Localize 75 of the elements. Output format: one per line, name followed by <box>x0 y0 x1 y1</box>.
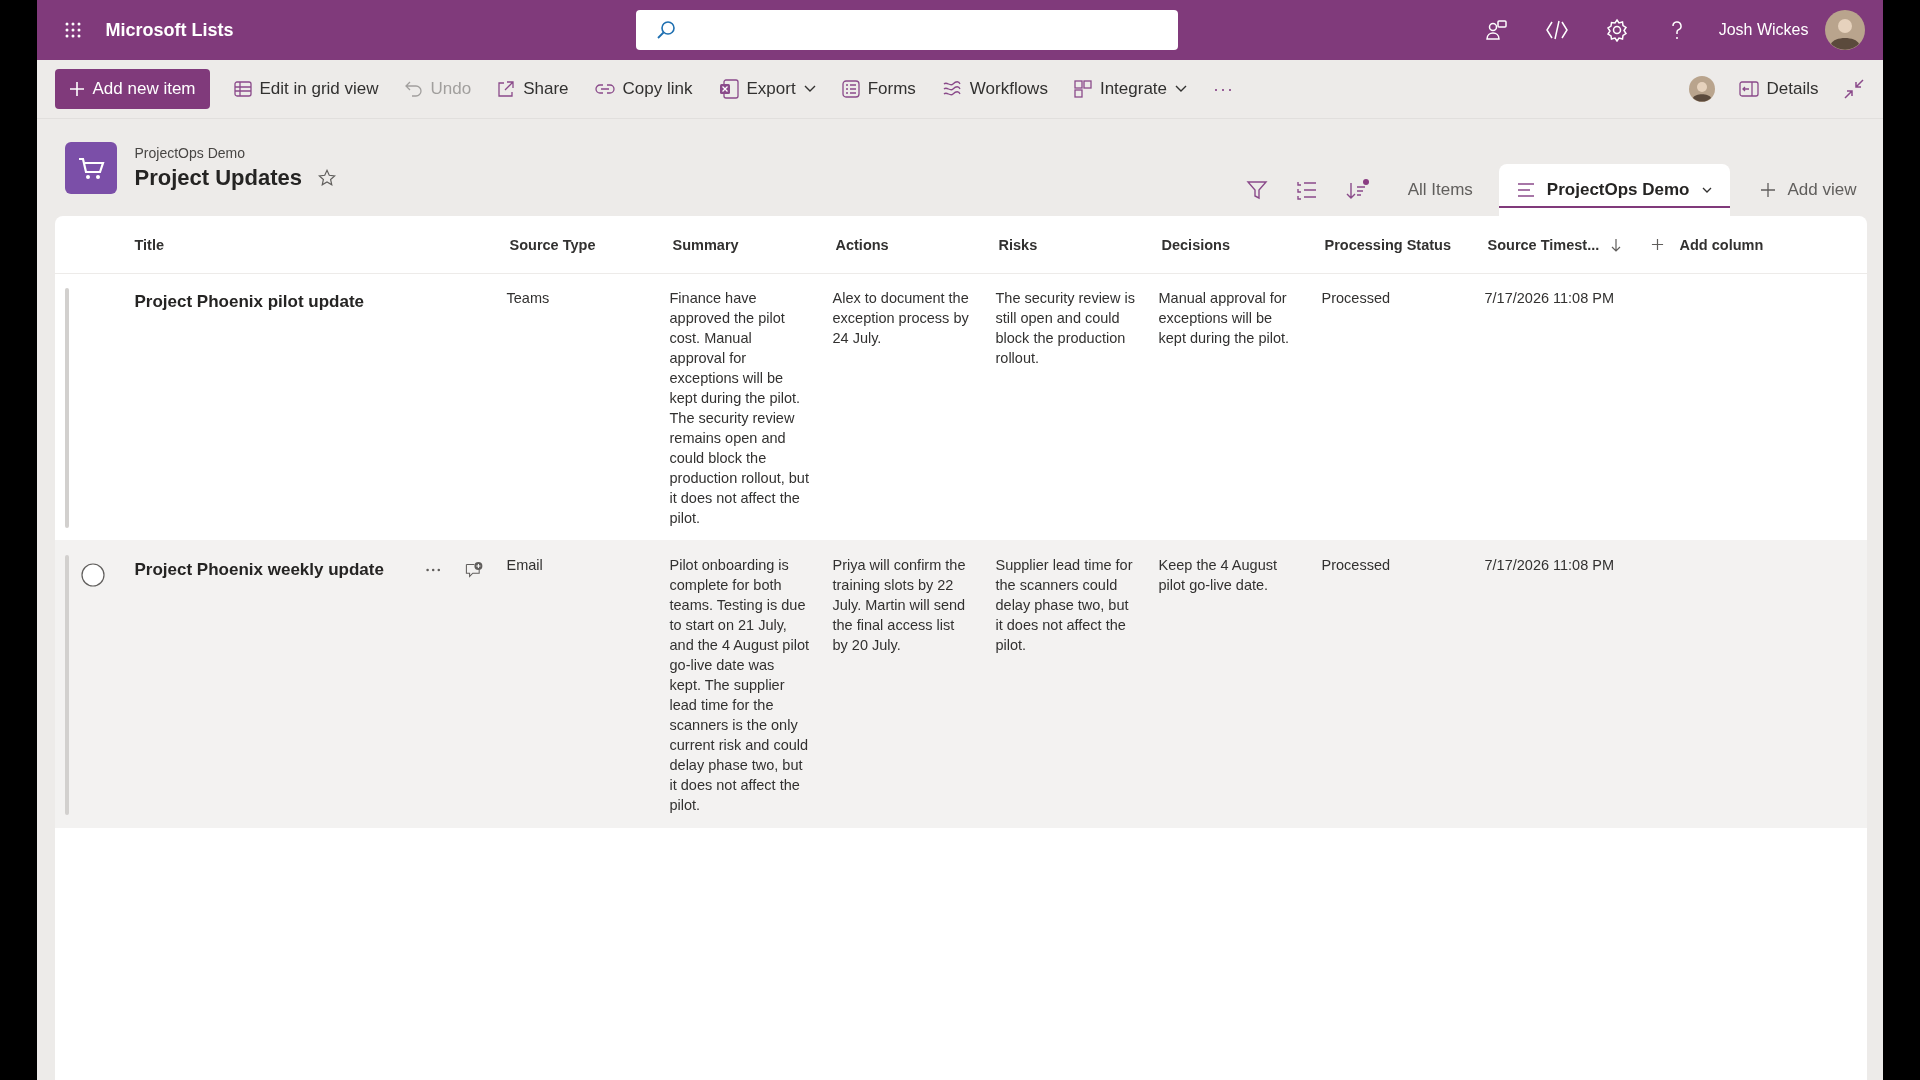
more-icon[interactable] <box>425 568 441 572</box>
spreadsheet-icon <box>718 79 739 99</box>
people-chat-icon[interactable] <box>1484 18 1509 42</box>
row-checkbox[interactable] <box>80 563 105 587</box>
sort-icon[interactable] <box>1345 179 1370 201</box>
app-name[interactable]: Microsoft Lists <box>105 19 636 41</box>
column-header[interactable]: Summary <box>660 236 824 253</box>
column-header[interactable]: Decisions <box>1149 236 1313 253</box>
chevron-down-icon <box>1701 187 1712 193</box>
code-icon[interactable] <box>1544 18 1569 42</box>
table-cell-text: Processed <box>1320 289 1391 308</box>
search-field[interactable] <box>635 10 1178 50</box>
grid-icon <box>233 80 252 98</box>
integrate-icon <box>1073 80 1092 98</box>
workflow-icon <box>941 80 962 98</box>
menu-button[interactable]: Export <box>708 71 826 107</box>
search-icon <box>655 20 676 40</box>
table-cell-text: 7/17/2026 11:08 PM <box>1483 289 1616 308</box>
table-cell-text: The security review is still open and could block the production rollout. <box>994 289 1136 368</box>
plus-icon <box>1759 182 1776 198</box>
list-title: Project Updates <box>134 165 302 191</box>
collapse-icon[interactable] <box>1842 78 1865 100</box>
list-options-icon[interactable] <box>1295 179 1318 201</box>
chevron-down-icon <box>1175 85 1187 93</box>
table-cell-text: Finance have approved the pilot cost. Manual approval for exceptions will be kept during the pilot. The security review remains open and could block the production rollout, but it does not affect the pilot. <box>668 289 810 528</box>
item-title[interactable]: Project Phoenix weekly update <box>134 560 384 580</box>
table-cell-text: 7/17/2026 11:08 PM <box>1483 556 1616 575</box>
share-icon <box>497 80 516 98</box>
undo-icon <box>404 80 423 98</box>
cart-icon <box>64 142 117 194</box>
table-cell-text: Supplier lead time for the scanners could delay phase two, but it does not affect the pilot. <box>994 556 1134 655</box>
toolbar-button[interactable]: Forms <box>831 71 926 107</box>
site-name[interactable]: ProjectOps Demo <box>134 145 336 161</box>
table-cell-text: Teams <box>505 289 551 308</box>
panel-icon <box>1738 81 1759 97</box>
form-icon <box>841 80 860 98</box>
settings-icon[interactable] <box>1604 18 1629 42</box>
toolbar-button[interactable]: Copy link <box>584 71 703 107</box>
add-view-button[interactable]: Add view <box>1749 164 1867 216</box>
star-icon[interactable] <box>318 169 336 187</box>
table-cell-text: Pilot onboarding is complete for both teams. Testing is due to start on 21 July, and the 4 August pilot go-live date was kept. The supplier lead time for the scanners is the only current risk and could delay phase two, but it does not affect the pilot. <box>668 556 810 815</box>
table-cell-text: Manual approval for exceptions will be kept during the pilot. <box>1157 289 1291 348</box>
plus-icon <box>68 81 85 97</box>
view-tab[interactable]: All Items <box>1397 164 1483 216</box>
toolbar-button[interactable]: Share <box>487 71 579 107</box>
user-name[interactable]: Josh Wickes <box>1718 21 1809 39</box>
avatar-icon[interactable] <box>1688 76 1715 102</box>
details-button[interactable]: Details <box>1728 71 1829 107</box>
app-launcher-icon[interactable] <box>63 21 82 39</box>
column-header[interactable]: Source Timest... <box>1475 236 1639 253</box>
menu-button[interactable]: Integrate <box>1063 71 1197 107</box>
more-button[interactable]: ··· <box>1203 70 1244 108</box>
view-tab[interactable]: ProjectOps Demo <box>1498 164 1730 216</box>
add-column-button[interactable]: Add column <box>1638 236 1764 253</box>
toolbar-button[interactable]: Edit in grid view <box>223 71 389 107</box>
chevron-down-icon <box>803 85 816 93</box>
item-title[interactable]: Project Phoenix pilot update <box>134 292 365 312</box>
table-cell-text: Email <box>505 556 544 575</box>
toolbar-button[interactable]: Workflows <box>931 71 1058 107</box>
column-header[interactable]: Risks <box>986 236 1150 253</box>
table-cell-text: Keep the 4 August pilot go-live date. <box>1157 556 1278 595</box>
table-row[interactable] <box>54 541 1867 828</box>
column-header[interactable]: Source Type <box>497 236 661 253</box>
table-cell-text: Alex to document the exception process by 24 July. <box>831 289 970 348</box>
view-lines-icon <box>1516 183 1535 197</box>
table-cell-text: Priya will confirm the training slots by 22 July. Martin will send the final access list by 20 July. <box>831 556 967 655</box>
avatar-icon[interactable] <box>1824 10 1865 50</box>
link-icon <box>594 82 615 96</box>
column-header[interactable]: Actions <box>823 236 987 253</box>
table-cell-text: Processed <box>1320 556 1391 575</box>
new-item-button[interactable]: Add new item <box>54 69 210 109</box>
plus-icon <box>1650 238 1664 251</box>
column-header[interactable]: Title <box>122 236 498 253</box>
column-header[interactable]: Processing Status <box>1312 236 1476 253</box>
filter-icon[interactable] <box>1245 179 1268 201</box>
